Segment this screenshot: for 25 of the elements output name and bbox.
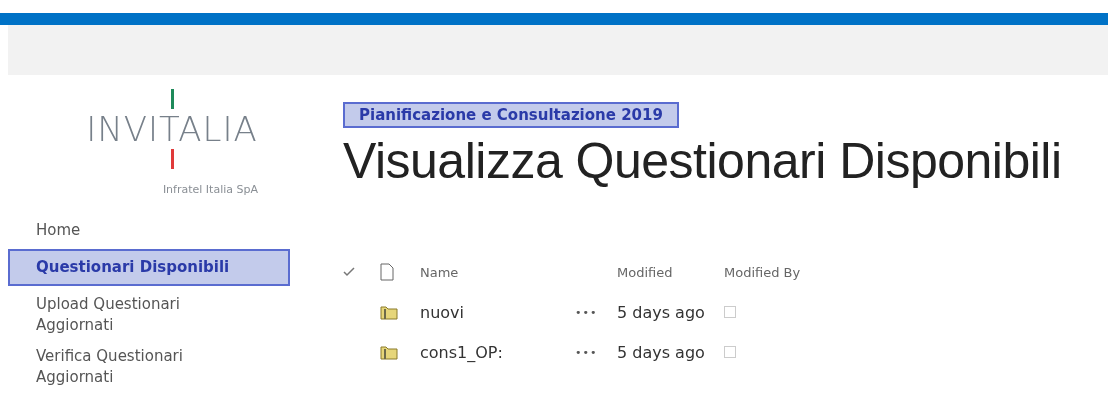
folder-icon [380, 344, 398, 360]
checkbox[interactable] [724, 346, 736, 358]
nav-item[interactable]: Verifica Questionari Aggiornati [8, 344, 274, 390]
modified-date: 5 days ago [617, 301, 706, 324]
file-name[interactable]: nuovi [420, 292, 575, 332]
column-header[interactable]: Modified By [724, 252, 844, 292]
column-header[interactable]: Name [420, 252, 575, 292]
checkbox[interactable] [724, 306, 736, 318]
more-actions-button[interactable]: ••• [575, 332, 617, 372]
logo-tagline: Infratel Italia SpA [162, 183, 258, 196]
nav-item[interactable]: Home [8, 218, 274, 243]
more-actions-button[interactable]: ••• [575, 292, 617, 332]
modified-date: 5 days ago [617, 341, 706, 364]
file-name[interactable]: cons1_OP: [420, 332, 575, 372]
logo-wordmark: INVITALIA [86, 109, 258, 149]
logo-stripe [170, 149, 174, 169]
column-header[interactable]: Modified [617, 252, 724, 292]
nav-item[interactable]: Upload Questionari Aggiornati [8, 292, 274, 338]
document-icon [380, 263, 394, 281]
nav-item[interactable]: Questionari Disponibili [8, 249, 290, 286]
logo-stripe [170, 89, 174, 109]
folder-icon [380, 304, 398, 320]
page-title: Visualizza Questionari Disponibili [343, 132, 1062, 190]
checkmark-icon[interactable] [343, 267, 355, 277]
breadcrumb[interactable]: Pianificazione e Consultazione 2019 [343, 102, 679, 128]
